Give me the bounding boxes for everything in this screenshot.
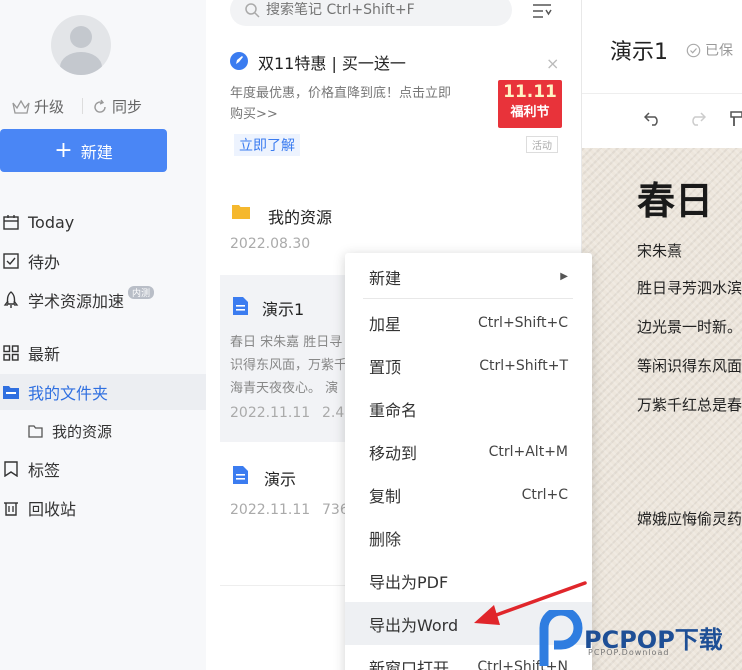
upgrade-label: 升级 [34, 98, 65, 116]
watermark-url: PCPOP.Download [588, 648, 670, 657]
sidebar-item-label: 最新 [28, 345, 61, 364]
doc-line: 边光景一时新。 [637, 318, 742, 336]
watermark-logo: PCPOP下载 PCPOP.Download [538, 610, 742, 670]
doc-line: 宋朱熹 [637, 242, 683, 260]
sidebar-item-tags[interactable]: 标签 [0, 451, 206, 487]
promo-badge: 11.11 福利节 [498, 80, 562, 128]
calendar-icon [2, 213, 20, 231]
sidebar-item-label: 回收站 [28, 500, 77, 519]
note-title[interactable]: 演示1 [610, 34, 668, 66]
promo-tag: 活动 [526, 136, 558, 153]
shortcut: Ctrl+Shift+C [478, 314, 568, 331]
menu-item-new[interactable]: 新建 ▶ [345, 255, 592, 298]
list-filter-icon[interactable] [532, 2, 552, 24]
menu-item-rename[interactable]: 重命名 [345, 387, 592, 430]
sidebar-item-trash[interactable]: 回收站 [0, 490, 206, 526]
pcpop-logo-icon [539, 610, 583, 666]
plus-icon: + [54, 137, 73, 163]
sidebar-item-todo[interactable]: 待办 [0, 243, 206, 279]
search-input[interactable] [266, 2, 496, 18]
list-item-title: 演示 [264, 470, 297, 489]
learn-more-link[interactable]: 立即了解 [234, 134, 300, 156]
doc-line: 嫦娥应悔偷灵药 [637, 510, 742, 528]
doc-line: 胜日寻芳泗水滨 [637, 279, 742, 297]
check-circle-icon [686, 43, 701, 57]
folder-outline-icon [26, 422, 44, 440]
grid-icon [2, 344, 20, 362]
undo-icon[interactable] [643, 110, 662, 130]
folder-icon [2, 383, 20, 401]
list-item[interactable]: 我的资源 2022.08.30 [230, 200, 570, 260]
document-icon [233, 466, 248, 488]
shortcut: Ctrl+C [521, 486, 568, 503]
submenu-arrow-icon: ▶ [560, 271, 568, 282]
sync-label: 同步 [112, 98, 143, 116]
sidebar-item-label: 标签 [28, 461, 61, 480]
promo-title: 双11特惠 | 买一送一 [258, 54, 406, 73]
list-item-title: 演示1 [262, 300, 305, 319]
user-avatar[interactable] [51, 15, 111, 75]
doc-line: 等闲识得东风面 [637, 357, 742, 375]
list-item-date: 2022.11.11 [230, 405, 311, 421]
list-item-snippet: 春日 宋朱嘉 胜日寻 识得东风面，万紫千 海青天夜夜心。 演 [230, 335, 348, 396]
divider [582, 93, 742, 94]
sidebar-item-latest[interactable]: 最新 [0, 335, 206, 371]
divider [82, 98, 83, 114]
folder-icon [232, 204, 250, 223]
divider [363, 298, 573, 299]
editor-panel: 演示1 已保 春日 宋朱熹 胜日寻芳泗水滨 边光景一时新。 等闲识得东风面 万紫… [582, 0, 742, 670]
crown-icon [12, 99, 30, 114]
beta-badge: 内测 [128, 285, 155, 299]
menu-item-pin[interactable]: 置顶 Ctrl+Shift+T [345, 344, 592, 387]
sync-icon [94, 99, 106, 113]
redo-icon[interactable] [688, 110, 707, 130]
sidebar-item-today[interactable]: Today [0, 204, 206, 240]
promo-text: 年度最优惠，价格直降到底！点击立即 购买>> [230, 86, 452, 122]
new-button-label: 新建 [80, 142, 113, 162]
search-icon [245, 3, 260, 18]
trash-icon [2, 499, 20, 517]
bookmark-icon [2, 460, 20, 478]
upgrade-link[interactable]: 升级 [12, 96, 64, 117]
sidebar-item-my-folder[interactable]: 我的文件夹 [0, 374, 206, 410]
list-item-date: 2022.08.30 [230, 236, 311, 252]
list-item-size: 2.4 [322, 405, 345, 421]
sidebar-item-label: Today [28, 212, 75, 232]
sidebar-item-label: 学术资源加速 [28, 292, 125, 311]
sidebar-item-academic[interactable]: 学术资源加速 内测 [0, 282, 206, 318]
sidebar-item-my-resources[interactable]: 我的资源 [0, 413, 206, 449]
sync-link[interactable]: 同步 [92, 96, 142, 117]
rocket-icon [2, 291, 20, 309]
sidebar-item-label: 我的资源 [52, 422, 113, 441]
sidebar-item-label: 待办 [28, 253, 61, 272]
list-item-title: 我的资源 [268, 208, 333, 227]
search-box[interactable] [230, 0, 512, 26]
menu-item-copy[interactable]: 复制 Ctrl+C [345, 473, 592, 516]
doc-heading: 春日 [637, 179, 714, 223]
document-icon [233, 297, 248, 319]
promo-card[interactable]: 双11特惠 | 买一送一 × 年度最优惠，价格直降到底！点击立即 购买>> 立即… [230, 50, 566, 160]
menu-item-move[interactable]: 移动到 Ctrl+Alt+M [345, 430, 592, 473]
list-item-date: 2022.11.11 [230, 502, 311, 518]
close-icon[interactable]: × [546, 54, 559, 73]
shortcut: Ctrl+Alt+M [488, 443, 568, 460]
format-icon[interactable] [730, 110, 742, 130]
menu-item-delete[interactable]: 删除 [345, 516, 592, 559]
new-button[interactable]: + 新建 [0, 129, 167, 172]
promo-icon [230, 52, 248, 70]
shortcut: Ctrl+Shift+T [479, 357, 568, 374]
checkbox-icon [2, 252, 20, 270]
save-status: 已保 [686, 40, 733, 60]
sidebar-item-label: 我的文件夹 [28, 384, 109, 403]
sidebar: 升级 同步 + 新建 Today 待办 学术资源加速 内测 最新 我的文件夹 我… [0, 0, 206, 670]
doc-line: 万紫千红总是春 [637, 396, 742, 414]
menu-item-star[interactable]: 加星 Ctrl+Shift+C [345, 301, 592, 344]
